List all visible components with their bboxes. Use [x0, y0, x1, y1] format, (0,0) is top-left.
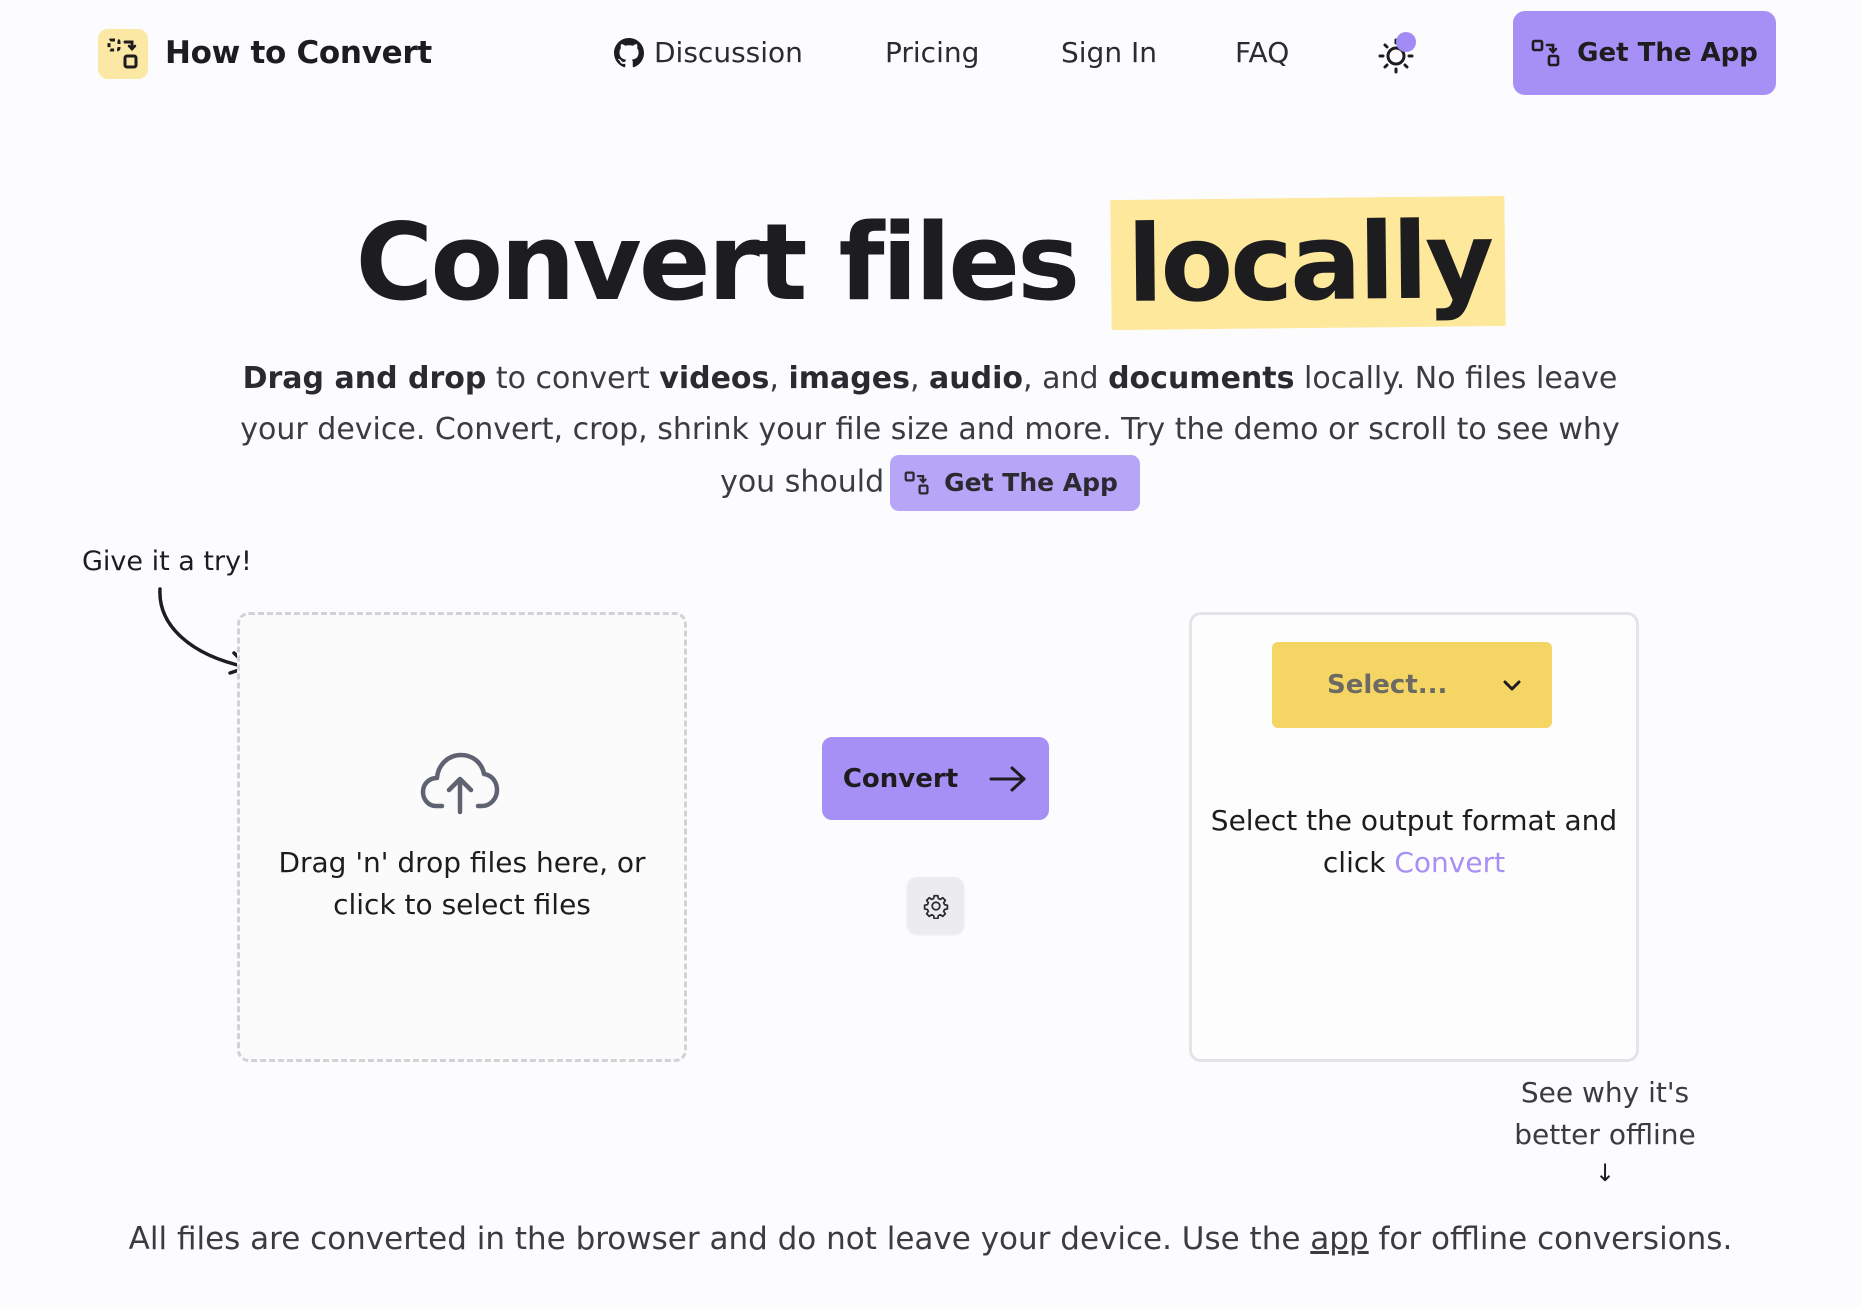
output-hint-line-1: Select the output format and: [1210, 804, 1618, 837]
sub-text: ,: [909, 361, 930, 396]
dropzone-line-1: Drag 'n' drop files here, or: [278, 846, 646, 879]
chevron-down-icon: [1503, 680, 1521, 691]
get-app-button[interactable]: Get The App: [1513, 11, 1776, 95]
footer-text-after: for offline conversions.: [1368, 1221, 1733, 1257]
convert-label: Convert: [842, 763, 959, 794]
select-placeholder: Select...: [1327, 670, 1448, 700]
offline-link-line-1: See why it's: [1520, 1076, 1690, 1109]
gear-icon: [923, 894, 948, 919]
see-why-offline-link[interactable]: See why it's better offline ↓: [1500, 1072, 1710, 1190]
nav-signin[interactable]: Sign In: [1061, 31, 1157, 75]
footer-note: All files are converted in the browser a…: [0, 1216, 1861, 1262]
file-dropzone[interactable]: [237, 612, 687, 1062]
sub-text: , and: [1023, 361, 1109, 396]
sub-text: to convert: [486, 361, 660, 396]
inline-get-app-button[interactable]: Get The App: [890, 455, 1140, 511]
logo[interactable]: [98, 29, 148, 79]
convert-button[interactable]: Convert: [822, 737, 1049, 820]
sub-bold-audio: audio: [929, 361, 1024, 396]
arrow-down-icon: ↓: [1594, 1159, 1616, 1187]
nav-pricing[interactable]: Pricing: [885, 31, 979, 75]
nav-discussion[interactable]: Discussion: [614, 31, 803, 75]
output-hint-prefix: click: [1322, 846, 1395, 879]
output-hint: Select the output format and click Conve…: [1192, 800, 1636, 884]
hero-title: Convert files locally: [0, 195, 1861, 331]
nav-discussion-label: Discussion: [654, 36, 803, 69]
app-icon: [1531, 39, 1560, 67]
get-app-label: Get The App: [1577, 38, 1758, 68]
output-hint-line-2: click Convert: [1192, 842, 1636, 884]
sub-bold-videos: videos: [659, 361, 770, 396]
inline-get-app-label: Get The App: [944, 468, 1118, 497]
dropzone-instructions: Drag 'n' drop files here, or click to se…: [237, 842, 687, 926]
try-it-label: Give it a try!: [82, 546, 252, 577]
github-icon: [614, 38, 644, 68]
brand-name[interactable]: How to Convert: [165, 31, 432, 75]
arrow-right-icon: [989, 766, 1026, 791]
sub-bold-documents: documents: [1108, 361, 1295, 396]
settings-button[interactable]: [907, 877, 964, 934]
footer-text-before: All files are converted in the browser a…: [128, 1221, 1311, 1257]
hero-title-highlight: locally: [1110, 195, 1507, 331]
footer-app-link[interactable]: app: [1310, 1221, 1368, 1257]
dropzone-line-2: click to select files: [333, 888, 591, 921]
sub-bold-drag: Drag and drop: [242, 361, 487, 396]
output-hint-accent: Convert: [1394, 846, 1506, 879]
sub-bold-images: images: [788, 361, 910, 396]
convert-logo-icon: [107, 38, 138, 69]
cloud-upload-icon: [420, 752, 500, 815]
nav-faq[interactable]: FAQ: [1235, 31, 1289, 75]
offline-link-line-2: better offline: [1514, 1118, 1696, 1151]
theme-indicator-dot: [1396, 32, 1416, 52]
sub-text: ,: [769, 361, 789, 396]
hero-subtitle: Drag and drop to convert videos, images,…: [230, 353, 1630, 511]
app-icon: [904, 471, 929, 495]
output-format-select[interactable]: Select...: [1272, 642, 1552, 728]
hero-title-main: Convert files: [355, 201, 1081, 324]
